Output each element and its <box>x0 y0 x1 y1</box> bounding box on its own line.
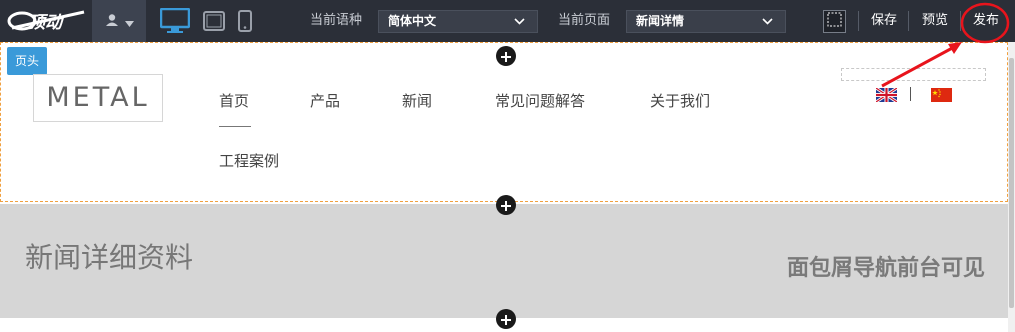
plus-circle-icon <box>501 196 511 215</box>
add-section-button[interactable] <box>496 46 516 66</box>
banner-title: 新闻详细资料 <box>25 241 194 274</box>
add-section-button[interactable] <box>496 195 516 215</box>
section-tag-header[interactable]: 页头 <box>7 47 47 75</box>
nav-item-home[interactable]: 首页 <box>219 90 249 111</box>
device-switcher <box>160 0 252 42</box>
language-label: 当前语种 <box>310 13 363 28</box>
chevron-down-icon <box>762 11 773 32</box>
nav-item-faq[interactable]: 常见问题解答 <box>495 90 585 111</box>
tablet-icon[interactable] <box>203 11 225 31</box>
page-select-value: 新闻详情 <box>636 14 685 28</box>
nav-item-about[interactable]: 关于我们 <box>650 90 710 111</box>
editor-toolbar: 顶动 当前语种 简体中文 当前页面 新闻详情 保存 预览 发布 <box>0 0 1015 42</box>
nav-active-underline <box>219 126 251 127</box>
grid-toggle-button[interactable] <box>823 10 846 33</box>
breadcrumb-note: 面包屑导航前台可见 <box>786 256 985 281</box>
toolbar-divider <box>960 11 961 31</box>
page-label: 当前页面 <box>558 13 611 28</box>
publish-button[interactable]: 发布 <box>966 0 1006 42</box>
language-select[interactable]: 简体中文 <box>378 10 538 33</box>
app-logo[interactable]: 顶动 <box>6 6 90 34</box>
chevron-down-icon <box>514 11 525 32</box>
uk-flag-icon[interactable] <box>875 86 898 104</box>
language-switch-container <box>841 68 986 81</box>
user-icon <box>105 12 119 31</box>
toolbar-divider <box>858 11 859 31</box>
grid-toggle-icon <box>827 12 842 31</box>
scrollbar-thumb[interactable] <box>1009 58 1014 308</box>
save-button[interactable]: 保存 <box>866 0 902 42</box>
nav-item-products[interactable]: 产品 <box>310 90 340 111</box>
desktop-icon[interactable] <box>160 8 190 34</box>
nav-item-news[interactable]: 新闻 <box>402 90 432 111</box>
svg-text:顶动: 顶动 <box>28 13 65 33</box>
plus-circle-icon <box>501 310 511 329</box>
page-select[interactable]: 新闻详情 <box>626 10 786 33</box>
user-menu-button[interactable] <box>92 0 146 42</box>
brand-logo[interactable]: METAL <box>33 74 163 122</box>
nav-item-cases[interactable]: 工程案例 <box>219 150 279 171</box>
chevron-down-icon <box>124 12 134 31</box>
mobile-icon[interactable] <box>238 10 252 32</box>
add-section-button[interactable] <box>496 309 516 329</box>
language-select-value: 简体中文 <box>388 14 437 28</box>
plus-circle-icon <box>501 47 511 66</box>
preview-button[interactable]: 预览 <box>916 0 954 42</box>
china-flag-icon[interactable] <box>931 87 952 102</box>
header-section[interactable] <box>0 42 1008 202</box>
toolbar-divider <box>908 11 909 31</box>
flag-divider <box>910 87 911 101</box>
